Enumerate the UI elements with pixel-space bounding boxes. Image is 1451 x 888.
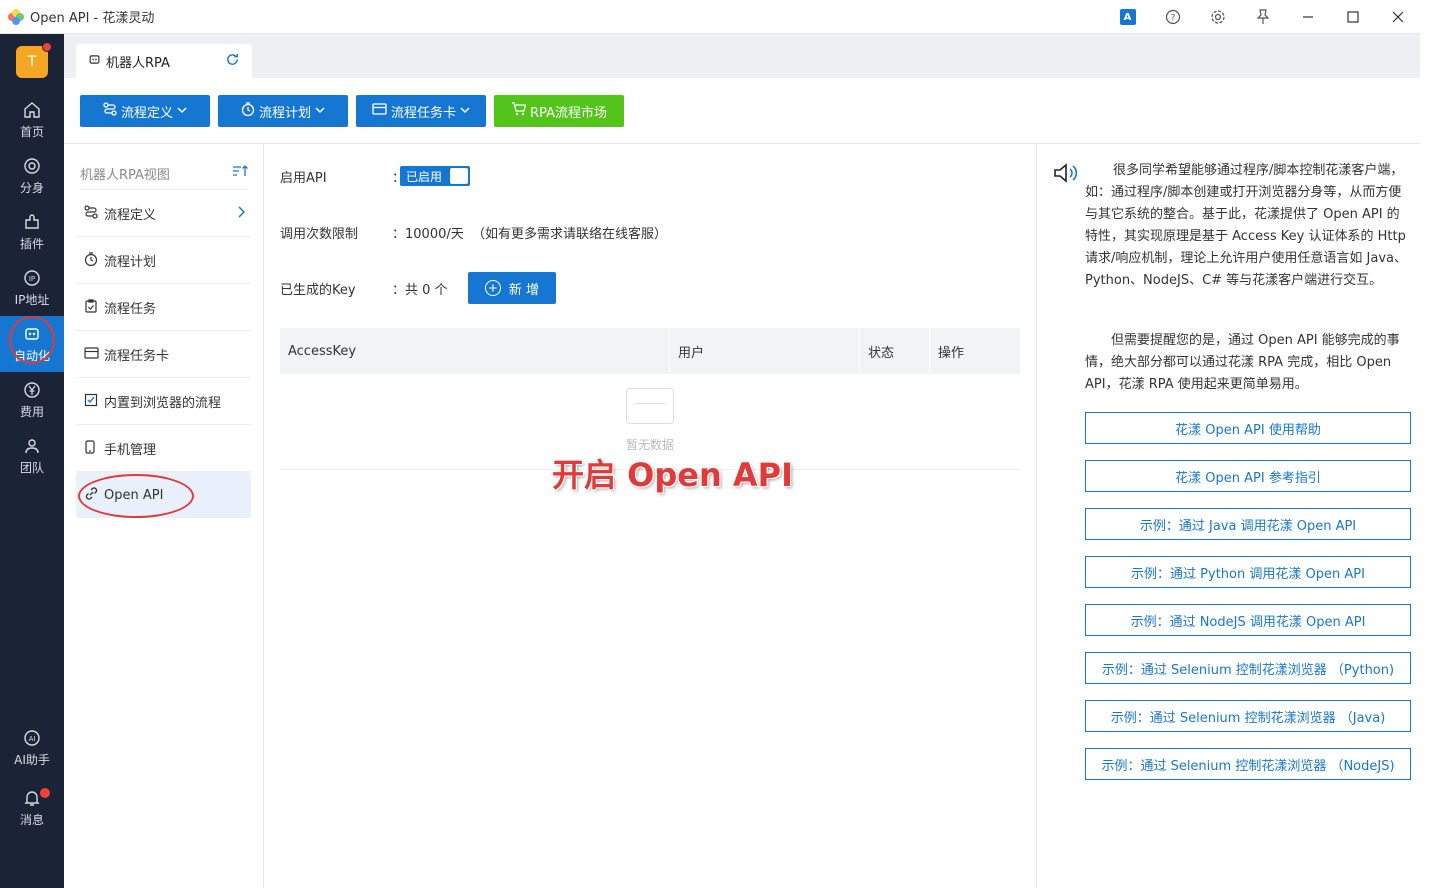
- chevron-down-icon: [315, 106, 325, 117]
- chevron-right-icon: [237, 205, 246, 222]
- nav-item-flow-task-card[interactable]: 流程任务卡: [76, 332, 251, 378]
- settings-icon[interactable]: [1195, 0, 1240, 34]
- rail-item-team[interactable]: 团队: [0, 428, 64, 484]
- nav-item-browser-embedded-flows[interactable]: 内置到浏览器的流程: [76, 379, 251, 425]
- clipboard-icon: [84, 298, 104, 317]
- ip-icon: IP: [23, 269, 41, 289]
- avatar[interactable]: T: [16, 42, 52, 78]
- rail-item-home[interactable]: 首页: [0, 92, 64, 148]
- column-actions[interactable]: 操作: [930, 328, 1020, 374]
- rail-item-plugin[interactable]: 插件: [0, 204, 64, 260]
- call-limit-row: 调用次数限制 ：10000/天 （如有更多需求请联络在线客服）: [280, 222, 667, 242]
- robot-icon: [88, 53, 101, 69]
- open-api-main: 启用API ： 已启用 调用次数限制 ：10000/天 （如有更多需求请联络在线…: [264, 144, 1036, 888]
- rail-item-profile[interactable]: 分身: [0, 148, 64, 204]
- checkbox-icon: [84, 393, 104, 411]
- link-example-java[interactable]: 示例：通过 Java 调用花漾 Open API: [1085, 508, 1411, 540]
- rail-item-ip[interactable]: IP IP地址: [0, 260, 64, 316]
- help-icon[interactable]: ?: [1150, 0, 1195, 34]
- column-accesskey[interactable]: AccessKey: [280, 328, 670, 374]
- tab-robot-rpa[interactable]: 机器人RPA: [76, 44, 252, 78]
- annotation-title: 开启 Open API: [552, 456, 794, 494]
- home-icon: [23, 101, 41, 121]
- link-example-selenium-nodejs[interactable]: 示例：通过 Selenium 控制花漾浏览器 （NodeJS): [1085, 748, 1411, 780]
- minimize-icon[interactable]: [1285, 0, 1330, 34]
- key-count: ：共 0 个: [392, 282, 448, 298]
- card-icon: [84, 346, 104, 363]
- bell-icon: [23, 789, 41, 809]
- profile-icon: [23, 157, 41, 177]
- link-icon: [84, 486, 104, 505]
- yen-icon: [23, 381, 41, 401]
- tab-label: 机器人RPA: [106, 55, 170, 71]
- enable-api-row: 启用API ： 已启用: [280, 166, 470, 186]
- flow-icon: [103, 102, 117, 120]
- link-open-api-help[interactable]: 花漾 Open API 使用帮助: [1085, 412, 1411, 444]
- rail-item-ai-assistant[interactable]: AI AI助手: [0, 720, 64, 776]
- plus-circle-icon: +: [484, 280, 501, 296]
- app-logo-icon: [8, 8, 24, 25]
- flow-icon: [84, 204, 104, 223]
- unread-badge: [40, 788, 50, 798]
- flow-definition-dropdown-button[interactable]: 流程定义: [80, 95, 210, 127]
- clock-icon: [241, 102, 255, 120]
- nav-item-open-api[interactable]: Open API: [76, 472, 251, 518]
- chevron-down-icon: [460, 106, 470, 117]
- rail-item-automation[interactable]: 自动化: [0, 316, 64, 372]
- sort-icon[interactable]: [232, 164, 248, 182]
- card-icon: [372, 103, 387, 119]
- window-title: Open API - 花漾灵动: [30, 11, 155, 26]
- call-limit-value: ：10000/天 （如有更多需求请联络在线客服）: [392, 226, 667, 242]
- clock-icon: [84, 251, 104, 270]
- refresh-icon[interactable]: [225, 52, 240, 71]
- nav-item-flow-definition[interactable]: 流程定义: [76, 191, 251, 237]
- intro-paragraph: 很多同学希望能够通过程序/脚本控制花漾客户端，如：通过程序/脚本创建或打开浏览器…: [1085, 163, 1407, 288]
- nav-item-flow-task[interactable]: 流程任务: [76, 285, 251, 331]
- column-user[interactable]: 用户: [670, 328, 860, 374]
- link-open-api-reference[interactable]: 花漾 Open API 参考指引: [1085, 460, 1411, 492]
- flow-task-card-dropdown-button[interactable]: 流程任务卡: [356, 95, 486, 127]
- access-key-table: AccessKey 用户 状态 操作 暂无数据: [280, 328, 1020, 470]
- robot-icon: [23, 325, 41, 345]
- table-header: AccessKey 用户 状态 操作: [280, 328, 1020, 374]
- link-example-selenium-python[interactable]: 示例：通过 Selenium 控制花漾浏览器 （Python): [1085, 652, 1411, 684]
- nav-item-flow-plan[interactable]: 流程计划: [76, 238, 251, 284]
- close-icon[interactable]: [1375, 0, 1420, 34]
- ai-icon: AI: [23, 729, 41, 749]
- left-rail: T 首页 分身 插件 IP IP地址 自动化 费用 团队 AI AI助手 消息: [0, 34, 64, 888]
- generated-keys-row: 已生成的Key ：共 0 个: [280, 278, 448, 298]
- chevron-down-icon: [177, 106, 187, 117]
- add-key-button[interactable]: + 新 增: [468, 272, 556, 304]
- pin-icon[interactable]: [1240, 0, 1285, 34]
- maximize-icon[interactable]: [1330, 0, 1375, 34]
- empty-inbox-icon: [626, 388, 674, 424]
- phone-icon: [84, 439, 104, 458]
- svg-text:IP: IP: [29, 275, 35, 283]
- svg-text:AI: AI: [29, 735, 36, 743]
- rail-item-billing[interactable]: 费用: [0, 372, 64, 428]
- rail-item-messages[interactable]: 消息: [0, 780, 64, 836]
- rpa-market-button[interactable]: RPA流程市场: [494, 95, 624, 127]
- link-example-nodejs[interactable]: 示例：通过 NodeJS 调用花漾 Open API: [1085, 604, 1411, 636]
- toolbar: 流程定义 流程计划 流程任务卡 RPA流程市场: [64, 78, 1420, 144]
- nav-header: 机器人RPA视图: [80, 158, 248, 190]
- info-panel: 很多同学希望能够通过程序/脚本控制花漾客户端，如：通过程序/脚本创建或打开浏览器…: [1036, 144, 1420, 888]
- column-status[interactable]: 状态: [860, 328, 930, 374]
- team-icon: [23, 437, 41, 457]
- tab-strip: 机器人RPA: [64, 34, 1420, 78]
- notification-dot: [42, 42, 52, 52]
- link-example-python[interactable]: 示例：通过 Python 调用花漾 Open API: [1085, 556, 1411, 588]
- svg-text:?: ?: [1170, 14, 1175, 24]
- nav-item-phone-management[interactable]: 手机管理: [76, 426, 251, 472]
- plugin-icon: [23, 213, 41, 233]
- flow-plan-dropdown-button[interactable]: 流程计划: [218, 95, 348, 127]
- speaker-icon: [1053, 162, 1079, 189]
- link-example-selenium-java[interactable]: 示例：通过 Selenium 控制花漾浏览器 （Java): [1085, 700, 1411, 732]
- enable-api-toggle[interactable]: 已启用: [400, 166, 470, 186]
- title-bar: Open API - 花漾灵动 A ?: [0, 0, 1420, 34]
- rpa-nav-panel: 机器人RPA视图 流程定义 流程计划 流程任务 流程任务卡 内置到浏览器的流程 …: [64, 144, 264, 888]
- reminder-paragraph: 但需要提醒您的是，通过 Open API 能够完成的事情，绝大部分都可以通过花漾…: [1085, 333, 1400, 392]
- cart-icon: [511, 102, 527, 120]
- translate-icon[interactable]: A: [1105, 0, 1150, 34]
